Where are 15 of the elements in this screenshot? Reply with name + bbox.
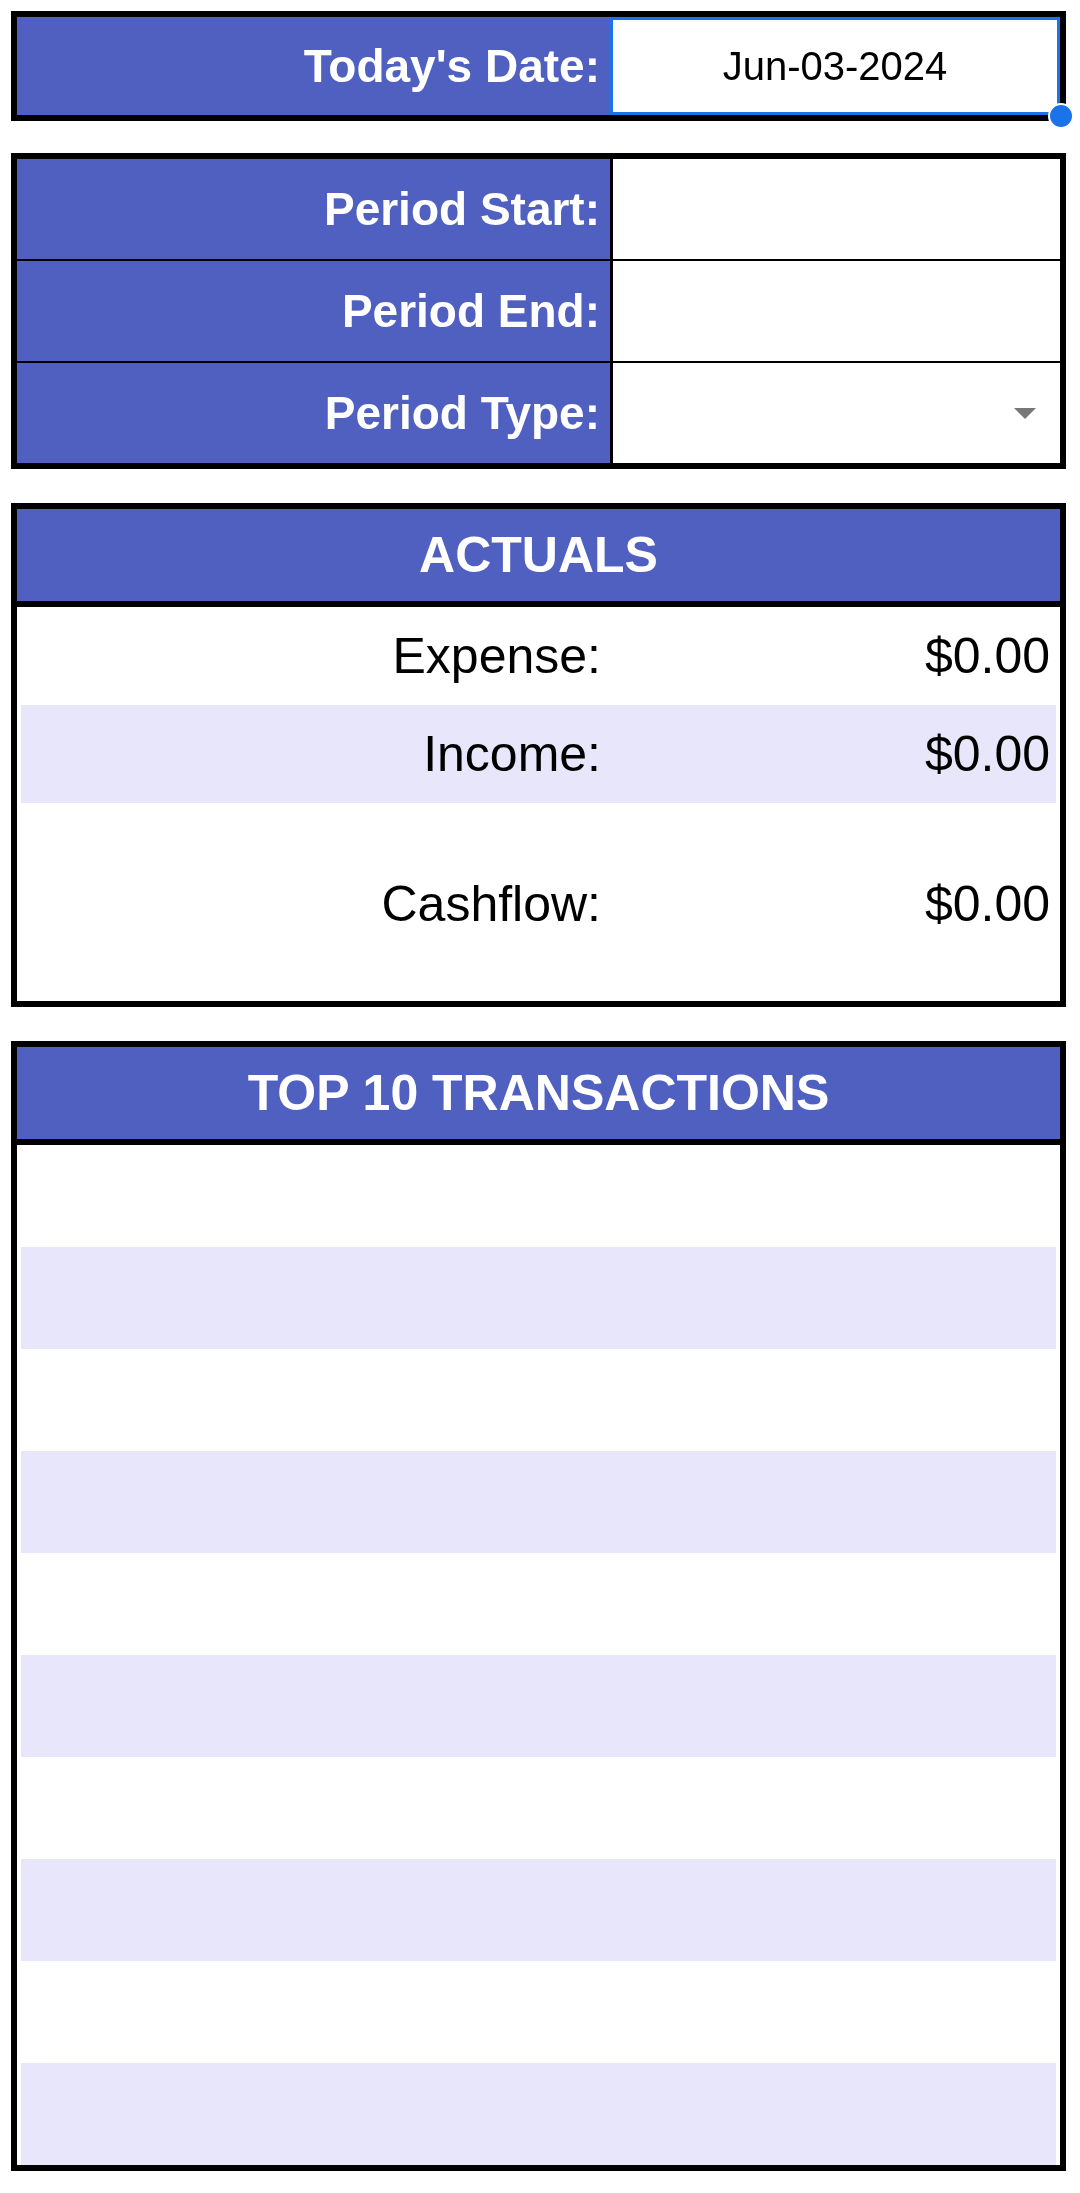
amount-value: $0.00 (923, 725, 1051, 783)
date-cell[interactable]: Jun-03-2024 (610, 17, 1060, 115)
row-label: Income: (422, 725, 601, 783)
fill-handle[interactable] (1048, 103, 1074, 129)
amount-value: $0.00 (923, 627, 1051, 685)
section-header: TOP 10 TRANSACTIONS (17, 1047, 1060, 1145)
section-header: ACTUALS (17, 509, 1060, 607)
dropdown-caret-icon[interactable] (1014, 407, 1036, 419)
amount-value: $0.00 (923, 875, 1051, 933)
label-cell: Today's Date: (17, 17, 610, 115)
row-label: Expense: (391, 627, 601, 685)
label-cell: Period End: (17, 261, 610, 361)
row-label: Cashflow: (380, 875, 601, 933)
label-cell: Period Type: (17, 363, 610, 463)
label-cell: Period Start: (17, 159, 610, 259)
